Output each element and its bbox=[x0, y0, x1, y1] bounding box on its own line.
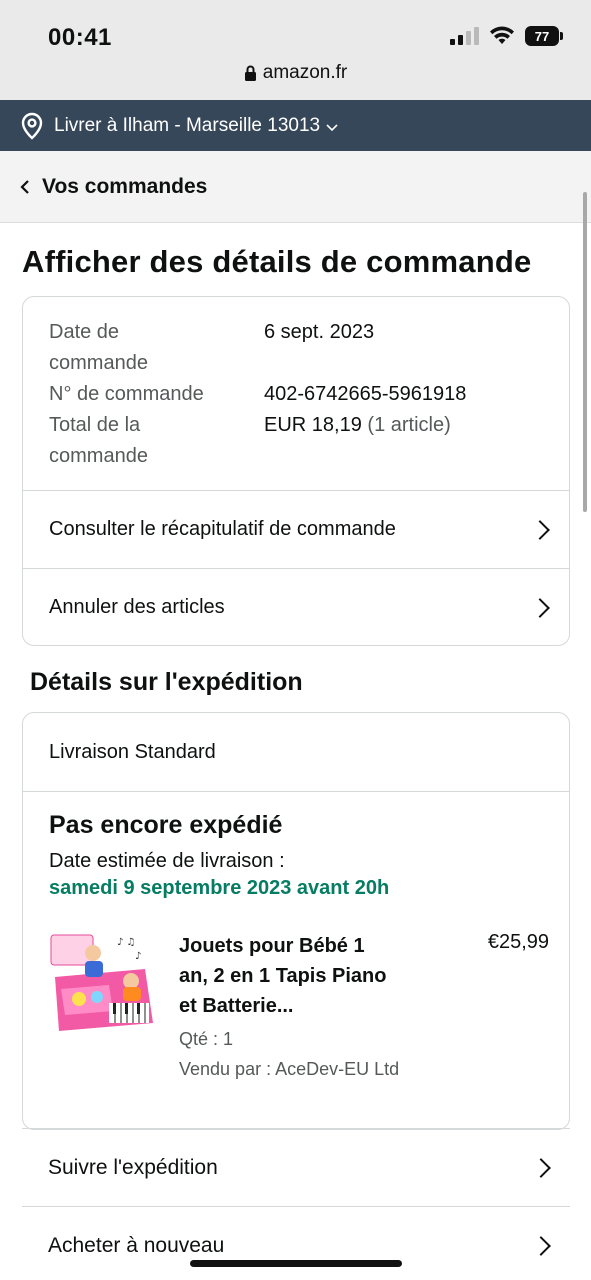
lock-icon bbox=[244, 65, 256, 81]
order-info: Date de commande 6 sept. 2023 N° de comm… bbox=[49, 317, 466, 472]
order-summary-label: Consulter le récapitulatif de commande bbox=[49, 518, 396, 540]
delivery-location-text: Livrer à Ilham - Marseille 13013 bbox=[54, 114, 321, 136]
order-total-label: Total de la commande bbox=[49, 414, 148, 467]
order-summary-link[interactable]: Consulter le récapitulatif de commande bbox=[23, 490, 569, 568]
clock: 00:41 bbox=[48, 24, 112, 51]
battery-level: 77 bbox=[525, 26, 559, 46]
cellular-signal-icon bbox=[450, 27, 479, 45]
chevron-right-icon bbox=[530, 597, 550, 618]
shipping-method: Livraison Standard bbox=[49, 740, 216, 763]
product-image[interactable]: ♪ ♫ ♪ bbox=[49, 931, 157, 1039]
location-pin-icon bbox=[21, 112, 43, 140]
order-item-count: (1 article) bbox=[367, 414, 451, 436]
delivery-location-bar[interactable]: Livrer à Ilham - Marseille 13013 bbox=[0, 100, 591, 151]
status-bar: 00:41 77 amazon.fr bbox=[0, 0, 591, 100]
cancel-items-link[interactable]: Annuler des articles bbox=[23, 568, 569, 645]
product-title-link[interactable]: Jouets pour Bébé 1 an, 2 en 1 Tapis Pian… bbox=[179, 931, 429, 1021]
page-title: Afficher des détails de commande bbox=[22, 244, 532, 279]
address-bar[interactable]: amazon.fr bbox=[0, 62, 591, 84]
svg-text:♪: ♪ bbox=[135, 951, 141, 962]
order-total-value: EUR 18,19 (1 article) bbox=[264, 410, 451, 472]
track-shipment-label: Suivre l'expédition bbox=[48, 1155, 218, 1179]
product-price: €25,99 bbox=[487, 931, 549, 953]
cancel-items-label: Annuler des articles bbox=[49, 596, 225, 618]
order-date-label: Date de commande bbox=[49, 321, 148, 374]
scrollbar[interactable] bbox=[583, 192, 587, 512]
status-icons: 77 bbox=[450, 26, 563, 46]
product-seller: Vendu par : AceDev-EU Ltd bbox=[179, 1059, 400, 1079]
chevron-right-icon bbox=[531, 1235, 551, 1256]
order-date-value: 6 sept. 2023 bbox=[264, 321, 375, 343]
product-quantity: Qté : 1 bbox=[179, 1029, 234, 1049]
battery-icon: 77 bbox=[525, 26, 563, 46]
estimated-delivery-date: samedi 9 septembre 2023 avant 20h bbox=[49, 877, 390, 899]
shipment-card: Livraison Standard Pas encore expédié Da… bbox=[22, 712, 570, 1130]
chevron-left-icon bbox=[20, 179, 29, 194]
buy-again-link[interactable]: Acheter à nouveau bbox=[22, 1206, 570, 1280]
estimated-delivery-label: Date estimée de livraison : bbox=[49, 850, 285, 872]
home-indicator[interactable] bbox=[190, 1260, 402, 1267]
buy-again-label: Acheter à nouveau bbox=[48, 1233, 225, 1257]
track-shipment-link[interactable]: Suivre l'expédition bbox=[22, 1128, 570, 1206]
url-text: amazon.fr bbox=[262, 62, 348, 83]
chevron-right-icon bbox=[531, 1157, 551, 1178]
back-to-orders-link[interactable]: Vos commandes bbox=[0, 151, 591, 223]
back-label: Vos commandes bbox=[42, 174, 208, 198]
order-number-label: N° de commande bbox=[49, 383, 204, 405]
order-number-value: 402-6742665-5961918 bbox=[264, 383, 467, 405]
shipment-section-title: Détails sur l'expédition bbox=[30, 668, 303, 696]
order-total-amount: EUR 18,19 bbox=[264, 414, 362, 436]
chevron-right-icon bbox=[530, 519, 550, 540]
wifi-icon bbox=[490, 26, 514, 44]
chevron-down-icon bbox=[326, 123, 338, 131]
order-info-card: Date de commande 6 sept. 2023 N° de comm… bbox=[22, 296, 570, 646]
svg-text:♪ ♫: ♪ ♫ bbox=[117, 937, 136, 948]
shipment-status: Pas encore expédié bbox=[49, 811, 283, 839]
